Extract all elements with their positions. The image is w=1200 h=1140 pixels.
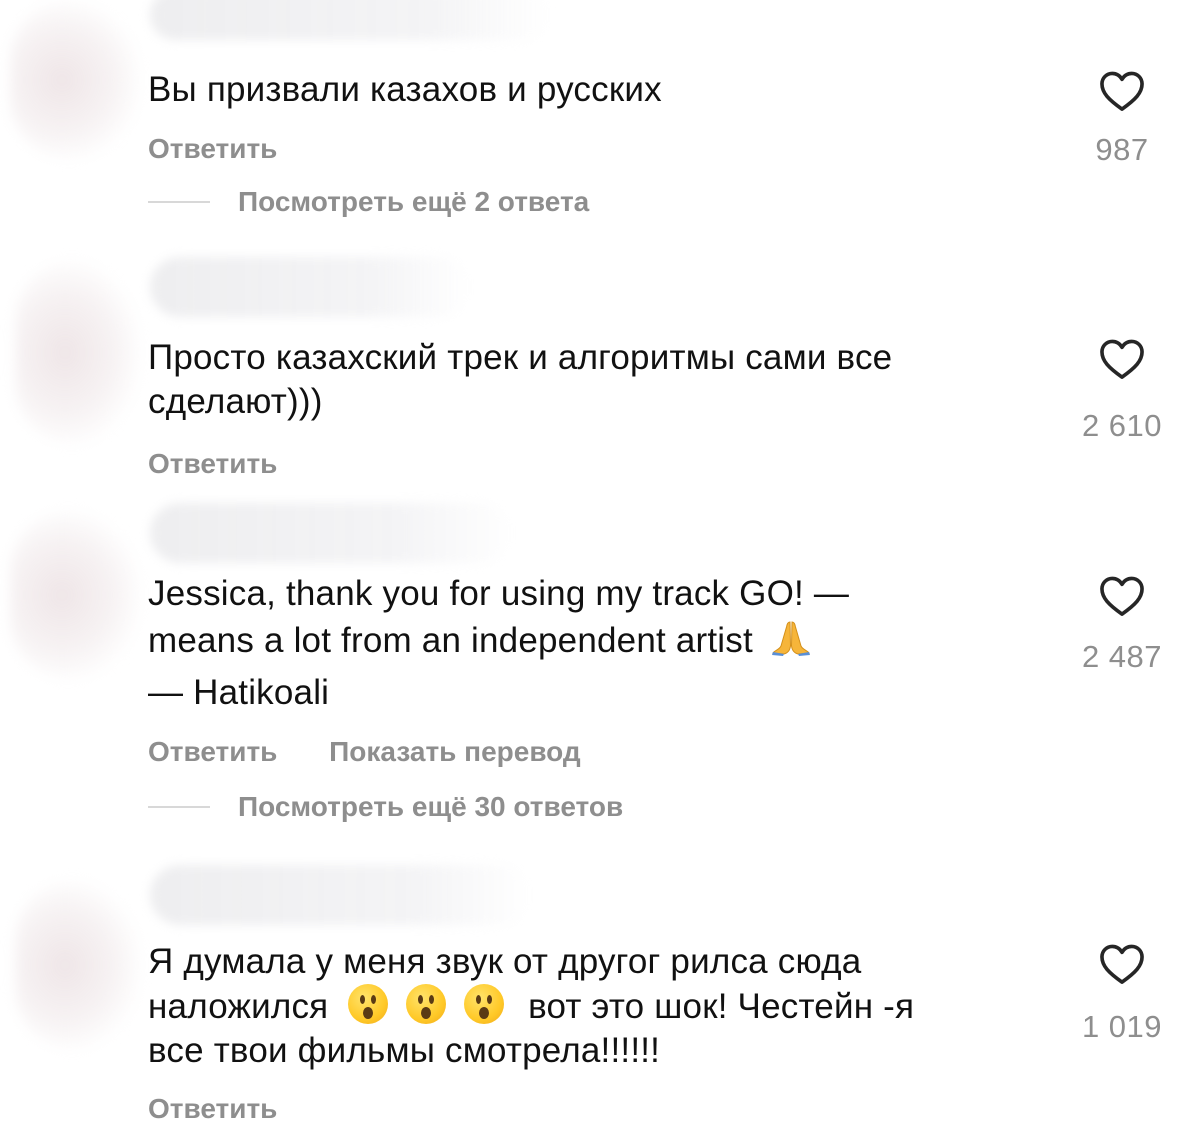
like-area: 1 019: [1062, 943, 1182, 1045]
heart-outline-icon[interactable]: [1099, 70, 1145, 112]
like-area: 2 610: [1062, 338, 1182, 444]
like-count: 2 487: [1081, 639, 1163, 674]
view-replies-button[interactable]: Посмотреть ещё 2 ответа: [148, 186, 589, 218]
view-replies-label: Посмотреть ещё 2 ответа: [238, 186, 590, 217]
replies-divider: [148, 806, 210, 808]
comment-text: Jessica, thank you for using my track GO…: [148, 574, 850, 712]
comment-actions: Ответить: [148, 448, 321, 480]
heart-outline-icon[interactable]: [1099, 943, 1145, 985]
astonished-face-emoji: [406, 984, 447, 1024]
reply-button[interactable]: Ответить: [148, 736, 277, 767]
comment-text: Просто казахский трек и алгоритмы сами в…: [148, 338, 893, 421]
like-area: 987: [1062, 70, 1182, 168]
view-replies-label: Посмотреть ещё 30 ответов: [238, 791, 624, 822]
astonished-face-emoji: [464, 984, 505, 1024]
comment-text: Я думала у меня звук от другог рилса сюд…: [148, 942, 915, 1070]
comment-1: Вы призвали казахов и русских Ответить П…: [0, 0, 1200, 235]
folded-hands-emoji: [771, 621, 810, 656]
username[interactable]: [150, 503, 510, 563]
avatar[interactable]: [10, 510, 140, 680]
view-replies-button[interactable]: Посмотреть ещё 30 ответов: [148, 791, 623, 823]
reply-button[interactable]: Ответить: [148, 448, 277, 479]
like-count: 987: [1095, 132, 1149, 167]
comment-3: Jessica, thank you for using my track GO…: [0, 495, 1200, 855]
heart-outline-icon[interactable]: [1099, 575, 1145, 617]
reply-button[interactable]: Ответить: [148, 133, 277, 164]
heart-outline-icon[interactable]: [1099, 338, 1145, 380]
replies-divider: [148, 201, 210, 203]
avatar[interactable]: [15, 260, 140, 445]
comment-actions: Ответить: [148, 133, 321, 165]
username[interactable]: [150, 0, 550, 40]
username[interactable]: [150, 865, 530, 925]
comment-text: Вы призвали казахов и русских: [148, 70, 662, 109]
comment-actions: Ответить: [148, 1093, 321, 1125]
like-count: 1 019: [1081, 1009, 1163, 1044]
comment-actions: Ответить Показать перевод: [148, 736, 625, 768]
avatar[interactable]: [10, 0, 140, 160]
username[interactable]: [150, 257, 470, 317]
comment-2: Просто казахский трек и алгоритмы сами в…: [0, 235, 1200, 495]
astonished-face-emoji: [348, 984, 389, 1024]
show-translation-button[interactable]: Показать перевод: [329, 736, 581, 767]
like-count: 2 610: [1081, 408, 1163, 443]
comment-4: Я думала у меня звук от другог рилса сюд…: [0, 855, 1200, 1140]
like-area: 2 487: [1062, 575, 1182, 675]
reply-button[interactable]: Ответить: [148, 1093, 277, 1124]
avatar[interactable]: [15, 880, 140, 1050]
